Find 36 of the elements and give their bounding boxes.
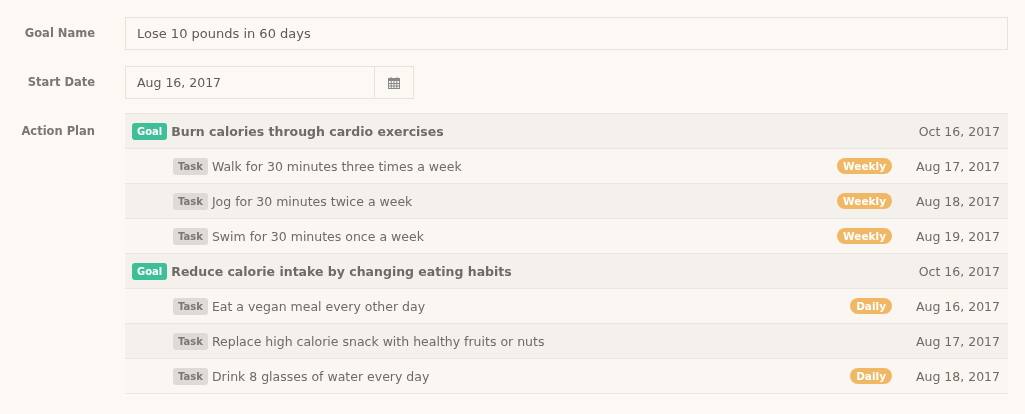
frequency-badge: Daily xyxy=(850,298,892,314)
goal-title: Burn calories through cardio exercises xyxy=(171,123,444,139)
task-title: Swim for 30 minutes once a week xyxy=(211,228,424,244)
frequency-badge: Weekly xyxy=(837,228,892,244)
task-title: Walk for 30 minutes three times a week xyxy=(211,158,462,174)
due-date: Oct 16, 2017 xyxy=(917,123,1000,139)
due-date: Oct 16, 2017 xyxy=(917,263,1000,279)
due-date: Aug 18, 2017 xyxy=(914,368,1000,384)
frequency-badge: Daily xyxy=(850,368,892,384)
goal-tag: Goal xyxy=(132,262,168,280)
calendar-icon xyxy=(388,76,400,89)
task-tag: Task xyxy=(173,227,208,245)
field-label: Start Date xyxy=(26,74,95,91)
task-title: Eat a vegan meal every other day xyxy=(211,298,426,314)
task-tag: Task xyxy=(173,332,208,350)
date-field[interactable]: Aug 16, 2017 xyxy=(125,66,375,99)
frequency-badge: Weekly xyxy=(837,193,892,209)
task-title: Replace high calorie snack with healthy fruits or nuts xyxy=(211,333,545,349)
field-label: Action Plan xyxy=(20,123,95,140)
field-label: Goal Name xyxy=(23,25,95,42)
task-tag: Task xyxy=(173,367,208,385)
due-date: Aug 17, 2017 xyxy=(914,333,1000,349)
due-date: Aug 18, 2017 xyxy=(914,193,1000,209)
calendar-button[interactable] xyxy=(375,66,414,99)
due-date: Aug 19, 2017 xyxy=(914,228,1000,244)
due-date: Aug 17, 2017 xyxy=(914,158,1000,174)
frequency-badge: Weekly xyxy=(837,158,892,174)
task-tag: Task xyxy=(173,157,208,175)
goal-tag: Goal xyxy=(132,122,168,140)
task-title: Drink 8 glasses of water every day xyxy=(211,368,430,384)
due-date: Aug 16, 2017 xyxy=(914,298,1000,314)
task-tag: Task xyxy=(173,192,208,210)
input-field[interactable]: Lose 10 pounds in 60 days xyxy=(125,17,1008,50)
task-title: Jog for 30 minutes twice a week xyxy=(211,193,413,209)
goal-title: Reduce calorie intake by changing eating habits xyxy=(171,263,512,279)
task-tag: Task xyxy=(173,297,208,315)
